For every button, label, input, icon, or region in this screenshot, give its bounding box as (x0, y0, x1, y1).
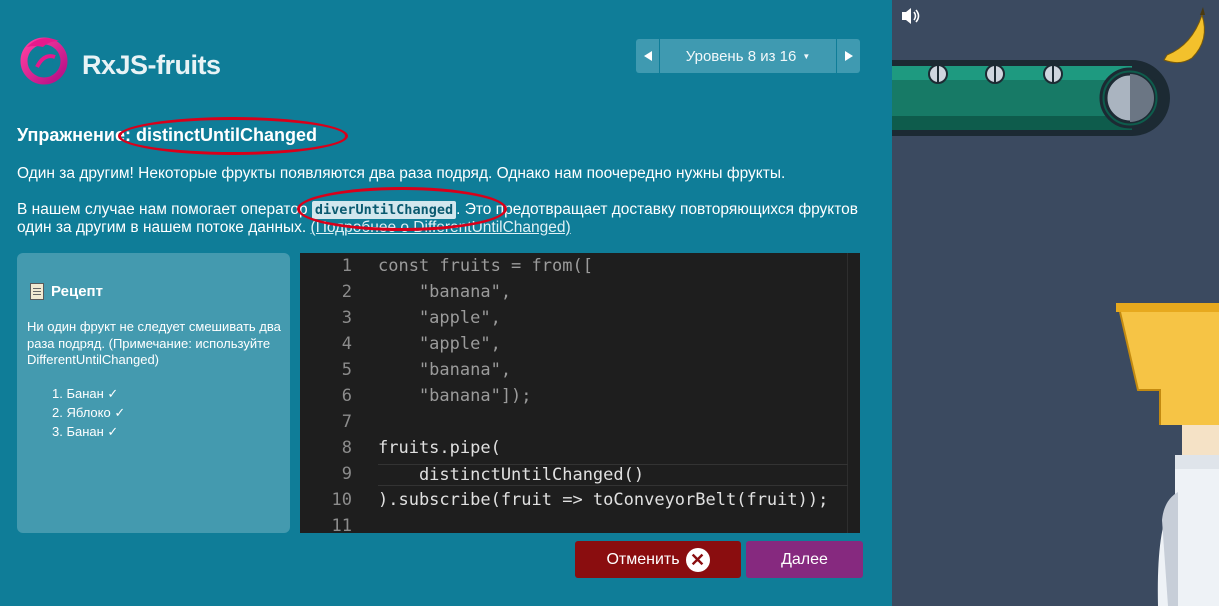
rxjs-logo-icon (20, 37, 68, 85)
conveyor-scene-graphic (892, 7, 1219, 606)
recipe-header: Рецепт (30, 283, 103, 300)
code-line: "banana", (378, 360, 512, 380)
juicer-machine (1116, 303, 1219, 469)
line-number: 4 (341, 334, 352, 354)
caret-down-icon: ▼ (802, 51, 811, 61)
triangle-left-icon (643, 51, 652, 61)
code-editor[interactable]: 1 const fruits = from([ 2 "banana", 3 "a… (300, 253, 860, 533)
line-number: 6 (341, 386, 352, 406)
code-line-current: distinctUntilChanged() (378, 464, 848, 486)
line-number: 8 (341, 438, 352, 458)
conveyor-belt (892, 60, 1170, 136)
recipe-item: 2. Яблоко ✓ (52, 405, 126, 420)
code-line: fruits.pipe( (378, 438, 501, 458)
code-line: "banana", (378, 282, 512, 302)
line-number: 11 (331, 516, 352, 533)
level-label: Уровень 8 из 16 (685, 47, 797, 65)
speaker-icon[interactable] (902, 8, 920, 24)
operator-description: В нашем случае нам помогает оператор div… (17, 201, 867, 237)
editor-ruler (847, 253, 848, 533)
recipe-item: 1. Банан ✓ (52, 386, 119, 401)
operator-code: diverUntilChanged (311, 201, 457, 219)
line-number: 7 (341, 412, 352, 432)
line-number: 5 (341, 360, 352, 380)
exercise-description: Один за другим! Некоторые фрукты появляю… (17, 165, 786, 182)
next-button[interactable]: Далее (746, 541, 863, 578)
code-line: "apple", (378, 334, 501, 354)
cancel-label: Отменить (606, 550, 680, 568)
scroll-icon (30, 283, 44, 300)
cancel-button[interactable]: Отменить ✕ (575, 541, 741, 578)
line-number: 9 (341, 464, 352, 484)
bottle (1157, 469, 1219, 606)
line-number: 2 (341, 282, 352, 302)
line-number: 1 (341, 256, 352, 276)
line-number: 3 (341, 308, 352, 328)
code-line: "apple", (378, 308, 501, 328)
recipe-title: Рецепт (51, 283, 103, 300)
prev-level-button[interactable] (636, 39, 660, 73)
description-text: В нашем случае нам помогает оператор (17, 201, 312, 218)
line-number: 10 (331, 490, 352, 510)
banana-icon (1163, 7, 1205, 64)
close-circle-icon: ✕ (685, 547, 710, 572)
game-scene (892, 0, 1219, 606)
exercise-title: Упражнение: distinctUntilChanged (17, 125, 317, 145)
recipe-item: 3. Банан ✓ (52, 424, 119, 439)
code-line: "banana"]); (378, 386, 532, 406)
recipe-text: Ни один фрукт не следует смешивать два р… (27, 319, 281, 367)
level-navigation: Уровень 8 из 16 ▼ (636, 39, 860, 73)
docs-link[interactable]: (Подробнее о DifferentUntilChanged) (311, 219, 571, 236)
code-line: const fruits = from([ (378, 256, 593, 276)
next-level-button[interactable] (836, 39, 860, 73)
app-title: RxJS-fruits (82, 50, 221, 80)
level-select[interactable]: Уровень 8 из 16 ▼ (660, 39, 836, 73)
exercise-panel: RxJS-fruits Уровень 8 из 16 ▼ Упражнение… (0, 0, 892, 606)
triangle-right-icon (844, 51, 853, 61)
code-line: ).subscribe(fruit => toConveyorBelt(frui… (378, 490, 829, 510)
